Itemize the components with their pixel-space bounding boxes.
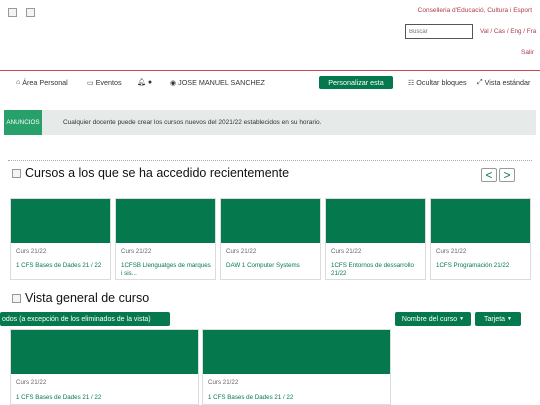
blocks-icon: ☷ [408, 79, 415, 87]
course-name-link[interactable]: 1CFS Programación 21/22 [436, 262, 528, 270]
hide-blocks-label: Ocultar bloques [416, 78, 467, 87]
block-icon [12, 293, 21, 303]
course-name-link[interactable]: 1 CFS Bases de Dades 21 / 22 [16, 394, 196, 402]
recent-course-card[interactable]: Curs 21/22 DAW 1 Computer Systems [220, 198, 321, 280]
overview-course-card[interactable]: Curs 21/22 1 CFS Bases de Dades 21 / 22 [202, 329, 391, 405]
course-category: Curs 21/22 [16, 248, 47, 255]
course-name-link[interactable]: DAW 1 Computer Systems [226, 262, 318, 270]
header-logos [8, 8, 35, 17]
course-overview-title-text: Vista general de curso [25, 291, 150, 305]
course-filter-dropdown[interactable]: odos (a excepción de los eliminados de l… [0, 312, 170, 326]
course-category: Curs 21/22 [121, 248, 152, 255]
recent-courses-title: Cursos a los que se ha accedido reciente… [12, 166, 289, 180]
standard-view-button[interactable]: ⤢ Vista estándar [477, 78, 530, 87]
nav-notifications[interactable]: 🔔︎ ● [137, 78, 152, 87]
course-image[interactable] [431, 199, 530, 243]
user-name: JOSE MANUEL SANCHEZ [178, 78, 265, 87]
announcement-tag[interactable]: ANUNCIOS [4, 110, 42, 135]
conselleria-link[interactable]: Conselleria d'Educació, Cultura i Esport [418, 7, 532, 14]
course-image[interactable] [116, 199, 215, 243]
course-image[interactable] [11, 330, 198, 374]
view-dropdown-label: Tarjeta [484, 315, 506, 323]
course-name-link[interactable]: 1 CFS Bases de Dades 21 / 22 [16, 262, 108, 270]
customize-page-button[interactable]: Personalizar esta [319, 76, 393, 89]
course-category: Curs 21/22 [226, 248, 257, 255]
course-image[interactable] [326, 199, 425, 243]
nav-eventos[interactable]: ▭ Eventos [87, 78, 122, 87]
search-input[interactable] [405, 24, 473, 39]
recent-courses-title-text: Cursos a los que se ha accedido reciente… [25, 166, 290, 180]
caret-down-icon: ▼ [459, 316, 465, 322]
block-icon [12, 168, 21, 178]
course-image[interactable] [203, 330, 390, 374]
sort-dropdown[interactable]: Nombre del curso ▼ [395, 312, 471, 326]
caret-down-icon: ▼ [507, 316, 512, 322]
course-image[interactable] [11, 199, 110, 243]
exit-link[interactable]: Salir [521, 49, 534, 56]
dashboard-icon: ⌂ [16, 79, 21, 86]
course-name-link[interactable]: 1CFS Entornos de dessarrollo 21/22 [331, 262, 423, 278]
header-divider [0, 70, 540, 71]
recent-course-card[interactable]: Curs 21/22 1CFS Entornos de dessarrollo … [325, 198, 426, 280]
course-category: Curs 21/22 [208, 379, 239, 386]
calendar-icon: ▭ [87, 79, 94, 87]
aules-logo-image[interactable] [26, 8, 35, 17]
hide-blocks-button[interactable]: ☷ Ocultar bloques [408, 78, 467, 87]
user-avatar-icon: ◉ [170, 79, 177, 87]
standard-view-label: Vista estándar [484, 78, 531, 87]
course-category: Curs 21/22 [331, 248, 362, 255]
course-category: Curs 21/22 [16, 379, 47, 386]
recent-course-card[interactable]: Curs 21/22 1 CFS Bases de Dades 21 / 22 [10, 198, 111, 280]
announcement-text: Cualquier docente puede crear los cursos… [63, 119, 322, 126]
expand-icon: ⤢ [477, 78, 483, 86]
next-arrow-icon[interactable]: > [499, 168, 515, 182]
nav-area-personal-label: Área Personal [22, 78, 68, 87]
user-menu[interactable]: ◉ JOSE MANUEL SANCHEZ [170, 78, 265, 87]
language-links[interactable]: Val / Cas / Eng / Fra [480, 28, 536, 35]
course-name-link[interactable]: 1 CFS Bases de Dades 21 / 22 [208, 394, 388, 402]
prev-arrow-icon[interactable]: < [481, 168, 497, 182]
gva-logo-image[interactable] [8, 8, 17, 17]
recent-course-card[interactable]: Curs 21/22 1CFSB Llenguatges de marques … [115, 198, 216, 280]
course-name-link[interactable]: 1CFSB Llenguatges de marques i sis... [121, 262, 213, 278]
nav-eventos-label: Eventos [95, 78, 122, 87]
course-overview-title: Vista general de curso [12, 291, 149, 305]
section-divider [8, 160, 532, 161]
recent-course-card[interactable]: Curs 21/22 1CFS Programación 21/22 [430, 198, 531, 280]
bell-icon[interactable]: 🔔︎ [137, 78, 146, 86]
nav-area-personal[interactable]: ⌂ Área Personal [16, 78, 68, 87]
course-image[interactable] [221, 199, 320, 243]
course-category: Curs 21/22 [436, 248, 467, 255]
overview-course-card[interactable]: Curs 21/22 1 CFS Bases de Dades 21 / 22 [10, 329, 199, 405]
messages-icon[interactable]: ● [148, 79, 152, 86]
sort-dropdown-label: Nombre del curso [401, 315, 458, 323]
view-dropdown[interactable]: Tarjeta ▼ [475, 312, 521, 326]
